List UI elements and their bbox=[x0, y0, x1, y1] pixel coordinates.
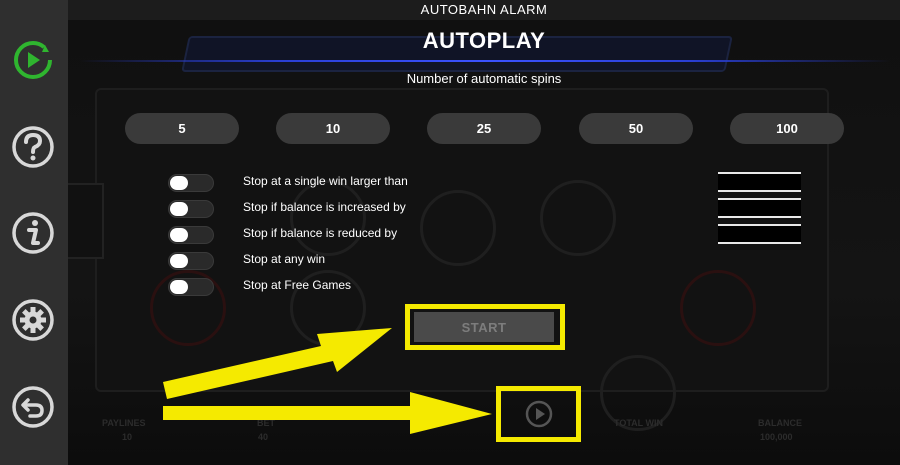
spin-count-100-button[interactable]: 100 bbox=[730, 113, 844, 144]
help-icon bbox=[12, 126, 54, 168]
spin-count-25-button[interactable]: 25 bbox=[427, 113, 541, 144]
back-button[interactable] bbox=[10, 384, 56, 430]
autoplay-highlight-box bbox=[496, 386, 581, 442]
spin-count-5-button[interactable]: 5 bbox=[125, 113, 239, 144]
single-win-limit-input[interactable] bbox=[718, 172, 801, 192]
stop-balance-increase-label: Stop if balance is increased by bbox=[243, 200, 406, 214]
balance-increase-input[interactable] bbox=[718, 198, 801, 218]
spins-subtitle: Number of automatic spins bbox=[406, 71, 562, 86]
paylines-value: 10 bbox=[122, 432, 133, 442]
total-win-label: TOTAL WIN bbox=[614, 418, 663, 428]
stop-any-win-toggle[interactable] bbox=[168, 252, 214, 270]
balance-reduce-input[interactable] bbox=[718, 224, 801, 244]
stop-free-games-toggle[interactable] bbox=[168, 278, 214, 296]
app-title: AUTOBAHN ALARM bbox=[420, 2, 548, 17]
reel-symbol bbox=[420, 190, 496, 266]
bet-label: BET bbox=[257, 418, 275, 428]
settings-icon bbox=[12, 299, 54, 341]
spin-count-50-button[interactable]: 50 bbox=[579, 113, 693, 144]
page-title: AUTOPLAY bbox=[422, 28, 546, 53]
spin-count-10-button[interactable]: 10 bbox=[276, 113, 390, 144]
stop-single-win-toggle[interactable] bbox=[168, 174, 214, 192]
stop-free-games-label: Stop at Free Games bbox=[243, 278, 352, 292]
stop-any-win-label: Stop at any win bbox=[243, 252, 326, 266]
info-icon bbox=[12, 212, 54, 254]
info-button[interactable] bbox=[10, 210, 56, 256]
bet-value: 40 bbox=[258, 432, 269, 442]
reel-symbol bbox=[680, 270, 756, 346]
title-divider bbox=[80, 60, 890, 62]
reel-symbol bbox=[540, 180, 616, 256]
reel-symbol bbox=[290, 180, 366, 256]
paylines-label: PAYLINES bbox=[102, 418, 146, 428]
settings-button[interactable] bbox=[10, 297, 56, 343]
side-panel-ghost bbox=[68, 183, 104, 259]
start-highlight-box bbox=[405, 304, 565, 350]
stop-balance-reduce-label: Stop if balance is reduced by bbox=[243, 226, 398, 240]
back-icon bbox=[12, 386, 54, 428]
stop-single-win-label: Stop at a single win larger than bbox=[243, 174, 408, 188]
help-button[interactable] bbox=[10, 124, 56, 170]
autoplay-menu-button[interactable] bbox=[10, 37, 56, 83]
balance-label: BALANCE bbox=[758, 418, 802, 428]
balance-value: 100,000 bbox=[760, 432, 793, 442]
autoplay-icon bbox=[14, 41, 52, 79]
stop-balance-reduce-toggle[interactable] bbox=[168, 226, 214, 244]
stop-balance-increase-toggle[interactable] bbox=[168, 200, 214, 218]
sidebar bbox=[0, 0, 68, 465]
